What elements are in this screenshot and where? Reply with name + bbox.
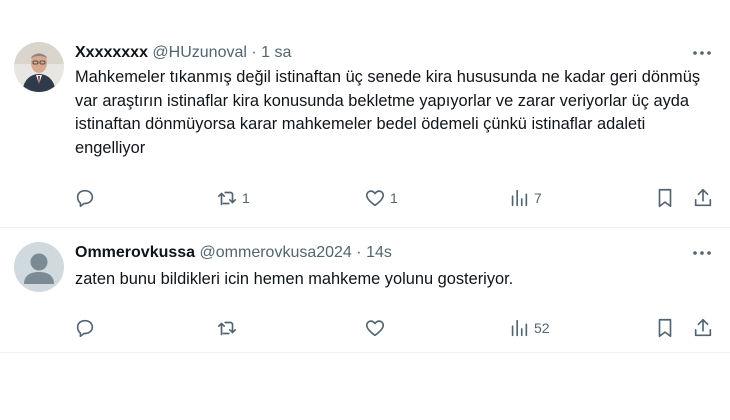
- display-name[interactable]: Xxxxxxxx: [75, 44, 148, 61]
- timestamp[interactable]: 14s: [366, 244, 392, 261]
- view-count: 7: [534, 190, 542, 206]
- tweet-actions: 52: [70, 314, 720, 342]
- more-options-icon[interactable]: [690, 43, 714, 63]
- like-count: 1: [390, 190, 398, 206]
- tweet-header: Ommerovkussa @ommerovkusa2024 · 14s: [75, 244, 710, 262]
- heart-icon: [365, 320, 385, 337]
- reply-icon: [76, 319, 94, 338]
- reply-button[interactable]: [74, 184, 100, 212]
- share-icon: [694, 188, 712, 207]
- user-handle[interactable]: @ommerovkusa2024: [200, 244, 352, 261]
- share-icon: [694, 318, 712, 337]
- tweet-text: zaten bunu bildikleri icin hemen mahkeme…: [75, 270, 514, 288]
- heart-icon: [365, 190, 385, 207]
- retweet-button[interactable]: [216, 314, 242, 342]
- tweet-text: Mahkemeler tıkanmış değil istinaftan üç …: [75, 68, 701, 158]
- default-profile-icon: [14, 242, 64, 292]
- views-chart-icon: [511, 319, 528, 337]
- like-button[interactable]: 1: [364, 184, 398, 212]
- tweet[interactable]: Ommerovkussa @ommerovkusa2024 · 14s zate…: [0, 228, 730, 353]
- view-count: 52: [534, 320, 550, 336]
- reply-icon: [76, 189, 94, 208]
- views-button[interactable]: 7: [508, 184, 542, 212]
- retweet-count: 1: [242, 190, 250, 206]
- bookmark-icon: [658, 318, 672, 338]
- bookmark-button[interactable]: [654, 184, 676, 212]
- separator: ·: [356, 244, 362, 261]
- share-button[interactable]: [692, 184, 714, 212]
- tweet[interactable]: Xxxxxxxx @HUzunoval · 1 sa Mahkemeler tı…: [0, 0, 730, 228]
- tweet-header: Xxxxxxxx @HUzunoval · 1 sa: [75, 44, 710, 62]
- separator: ·: [251, 44, 257, 61]
- retweet-icon: [217, 321, 237, 336]
- avatar[interactable]: [14, 42, 64, 92]
- like-button[interactable]: [364, 314, 390, 342]
- share-button[interactable]: [692, 314, 714, 342]
- bookmark-button[interactable]: [654, 314, 676, 342]
- more-options-icon[interactable]: [690, 243, 714, 263]
- bookmark-icon: [658, 188, 672, 208]
- user-handle[interactable]: @HUzunoval: [152, 44, 247, 61]
- timestamp[interactable]: 1 sa: [261, 44, 291, 61]
- reply-button[interactable]: [74, 314, 100, 342]
- avatar[interactable]: [14, 242, 64, 292]
- views-chart-icon: [511, 189, 528, 207]
- tweet-actions: 1 1 7: [70, 184, 720, 212]
- views-button[interactable]: 52: [508, 314, 550, 342]
- display-name[interactable]: Ommerovkussa: [75, 244, 195, 261]
- retweet-icon: [217, 191, 237, 206]
- retweet-button[interactable]: 1: [216, 184, 250, 212]
- profile-photo: [14, 42, 64, 92]
